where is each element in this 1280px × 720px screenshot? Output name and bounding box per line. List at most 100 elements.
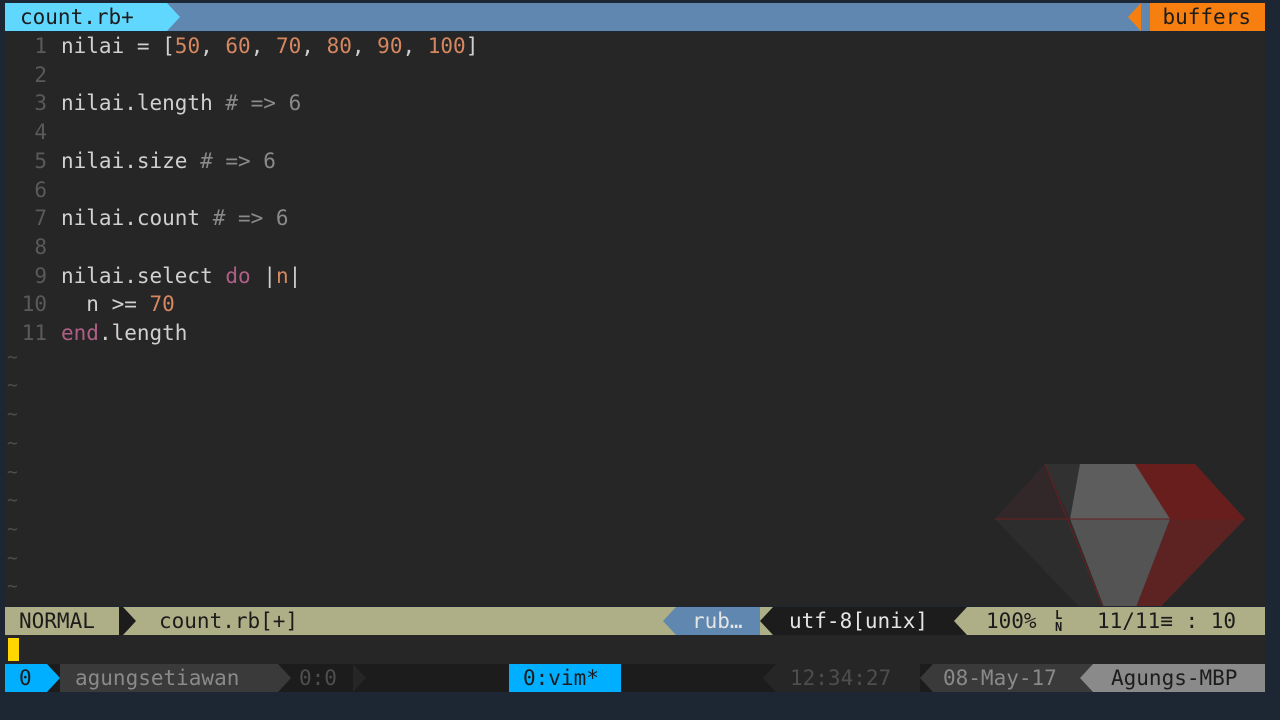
code-token: .length [98, 321, 188, 345]
line-number: 5 [34, 148, 47, 173]
window-separator-arrow [353, 664, 366, 692]
buffers-separator-arrow [1128, 3, 1141, 31]
line-number: 8 [34, 234, 47, 259]
line-number: 7 [34, 206, 47, 231]
tilde-marker: ~ [7, 547, 18, 569]
tilde-marker: ~ [7, 490, 18, 512]
code-token: , [250, 34, 276, 58]
code-line[interactable]: 8 [5, 233, 47, 261]
code-line[interactable]: 10 n >= 70 [5, 290, 175, 318]
code-line[interactable]: 2 [5, 61, 47, 89]
tmux-window-vim[interactable]: 0:vim* [509, 664, 621, 692]
code-text: nilai = [50, 60, 70, 80, 90, 100] [61, 32, 478, 60]
code-token: , [200, 34, 226, 58]
time-separator-arrow [763, 664, 776, 692]
code-token: , [402, 34, 428, 58]
code-token: 50 [174, 34, 201, 58]
cursor-position: 11/11≡ : 10 [1097, 609, 1237, 633]
encoding-separator-arrow [760, 607, 773, 635]
code-line[interactable]: 5 nilai.size # => 6 [5, 147, 276, 175]
tmux-window-0-0[interactable]: 0:0 [299, 664, 337, 692]
code-token: nilai.size [61, 148, 201, 173]
code-token: n >= [61, 292, 150, 317]
buffers-label[interactable]: buffers [1150, 3, 1265, 31]
tab-count-rb[interactable]: count.rb+ [5, 3, 167, 31]
tab-separator-arrow [167, 3, 180, 31]
tabline: count.rb+ buffers [5, 3, 1265, 31]
line-number: 10 [21, 292, 47, 317]
code-token: n [275, 263, 289, 288]
scroll-percent: 100% [986, 609, 1037, 633]
mode-indicator: NORMAL [5, 607, 126, 635]
line-number-icon: L N [1055, 609, 1062, 633]
editor-pane[interactable]: 1 nilai = [50, 60, 70, 80, 90, 100] 2 3 nila… [5, 32, 1265, 606]
code-token: # => 6 [225, 91, 302, 116]
terminal-screen: count.rb+ buffers 1 nilai = [50, 60, 70, … [5, 0, 1265, 720]
code-text: end.length [61, 319, 187, 347]
code-token: 100 [427, 34, 466, 58]
code-token: 70 [149, 292, 175, 317]
code-text: nilai.select do |n| [61, 262, 301, 290]
position-separator-arrow [954, 607, 967, 635]
tilde-marker: ~ [7, 375, 18, 397]
code-token: nilai = [ [61, 34, 175, 58]
line-number: 3 [34, 91, 47, 116]
tilde-marker: ~ [7, 461, 18, 483]
tilde-marker: ~ [7, 576, 18, 598]
ruby-gem-icon [995, 464, 1245, 606]
code-token: 70 [275, 34, 302, 58]
code-line[interactable]: 6 [5, 176, 47, 204]
tilde-marker: ~ [7, 346, 18, 368]
host-separator-arrow [1080, 664, 1093, 692]
code-token: , [301, 34, 327, 58]
tmux-date: 08-May-17 [933, 664, 1093, 692]
session-separator-arrow [47, 664, 60, 692]
code-token: nilai.length [61, 91, 226, 116]
code-token: 60 [225, 34, 251, 58]
code-token: nilai.select [61, 263, 226, 288]
tilde-marker: ~ [7, 432, 18, 454]
code-token: # => 6 [212, 206, 289, 231]
code-line[interactable]: 1 nilai = [50, 60, 70, 80, 90, 100] [5, 32, 478, 60]
code-text: nilai.size # => 6 [61, 147, 276, 175]
filetype-indicator: rub… [676, 607, 760, 635]
vim-statusline: NORMAL count.rb[+] rub… utf-8[unix] 100%… [5, 607, 1265, 635]
line-number: 4 [34, 120, 47, 145]
tmux-clock: 12:34:27 [776, 664, 920, 692]
line-number: 9 [34, 263, 47, 288]
line-number: 6 [34, 177, 47, 202]
code-token: 80 [326, 34, 352, 58]
code-text: n >= 70 [61, 290, 175, 318]
tmux-status-bar: 0 agungsetiawan 0:0 0:vim* 12:34:27 08-M… [5, 664, 1265, 692]
code-token: 90 [377, 34, 403, 58]
username-separator-arrow [278, 664, 291, 692]
tilde-marker: ~ [7, 518, 18, 540]
line-number: 1 [34, 34, 47, 58]
code-token: end [61, 321, 99, 345]
statusline-filename: count.rb[+] [159, 609, 299, 633]
code-line[interactable]: 3 nilai.length # => 6 [5, 89, 301, 117]
code-text: nilai.count # => 6 [61, 204, 289, 232]
command-line[interactable] [5, 635, 1265, 664]
tmux-session[interactable]: 0 [5, 664, 47, 692]
tilde-marker: ~ [7, 404, 18, 426]
line-icon-n: N [1055, 620, 1063, 634]
tmux-username: agungsetiawan [60, 664, 278, 692]
code-token: | [250, 263, 276, 288]
code-line[interactable]: 4 [5, 118, 47, 146]
mode-separator-arrow [123, 607, 136, 635]
code-line[interactable]: 7 nilai.count # => 6 [5, 204, 288, 232]
cursor-block [8, 638, 19, 661]
code-token: , [351, 34, 378, 58]
encoding-indicator: utf-8[unix] [773, 607, 967, 635]
code-token: ] [465, 34, 479, 58]
code-token: do [225, 263, 251, 288]
code-text: nilai.length # => 6 [61, 89, 301, 117]
code-token: | [288, 263, 302, 288]
code-token: # => 6 [200, 148, 276, 173]
code-token: nilai.count [61, 206, 213, 231]
code-line[interactable]: 9 nilai.select do |n| [5, 262, 301, 290]
line-number: 2 [34, 62, 47, 87]
filetype-separator-arrow [663, 607, 676, 635]
tmux-hostname: Agungs-MBP [1093, 664, 1265, 692]
